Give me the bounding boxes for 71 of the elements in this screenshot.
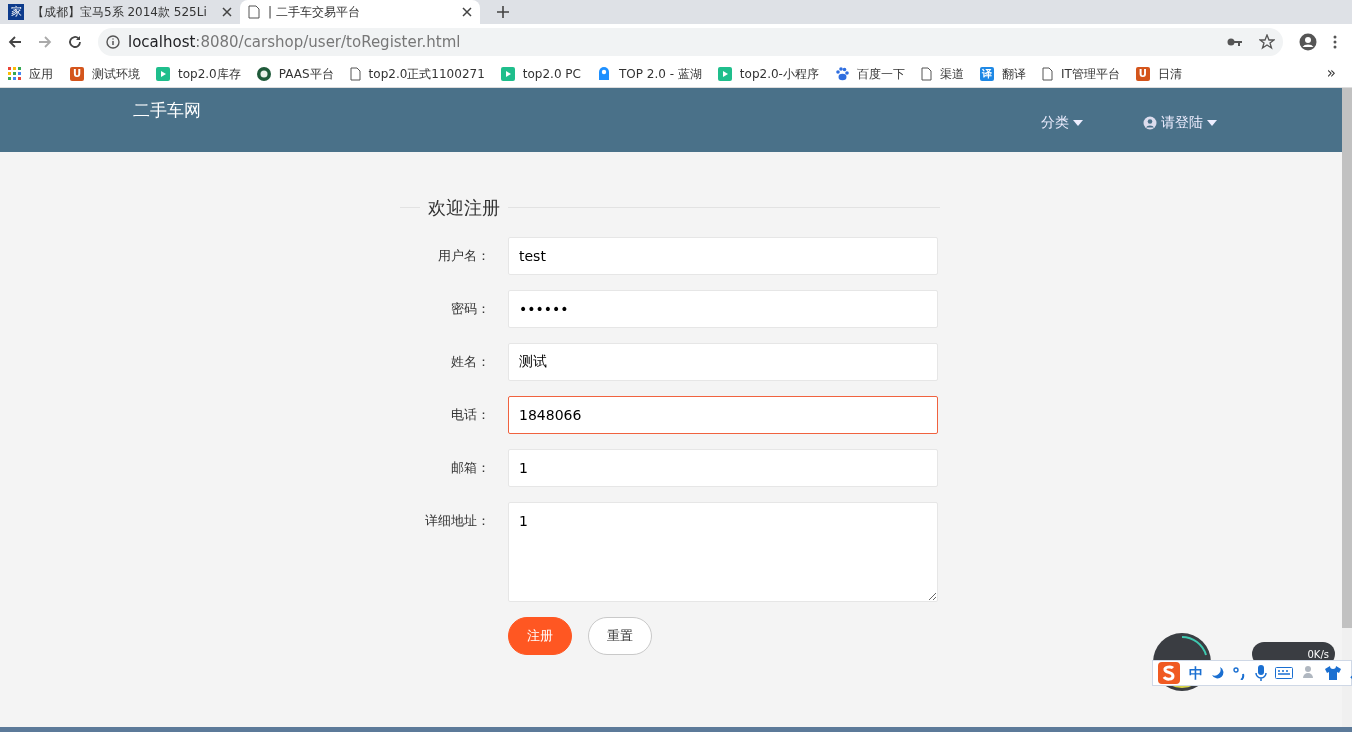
tab-title: | 二手车交易平台 (268, 4, 360, 21)
info-icon (106, 35, 120, 49)
input-field[interactable]: 1848066 (508, 396, 938, 434)
menu-icon[interactable] (1333, 35, 1337, 49)
caret-icon (1073, 119, 1083, 126)
microphone-icon[interactable] (1255, 665, 1267, 681)
star-icon[interactable] (1259, 34, 1275, 50)
moon-icon[interactable] (1211, 666, 1225, 680)
field-label: 电话： (450, 406, 491, 424)
bookmark-link[interactable]: 百度一下 (834, 64, 905, 83)
play-icon (717, 66, 732, 81)
shirt-icon[interactable] (1325, 666, 1341, 680)
close-icon[interactable] (462, 7, 472, 17)
new-tab-icon[interactable] (496, 5, 510, 19)
input-field[interactable]: 测试 (508, 343, 938, 381)
bookmark-link[interactable]: top2.0-小程序 (717, 64, 819, 83)
back-icon[interactable] (8, 35, 22, 49)
user-icon (1143, 115, 1157, 130)
page-icon (920, 66, 932, 81)
round-icon (256, 66, 271, 81)
overflow-button[interactable]: » (1326, 62, 1336, 85)
nav-dropdown[interactable]: 请登陆 (1143, 112, 1217, 133)
translate-icon: 译 (979, 66, 994, 81)
bookmark-link[interactable]: 渠道 (920, 64, 964, 83)
close-icon[interactable] (222, 7, 232, 17)
input-field[interactable]: 1 (508, 449, 938, 487)
bookmark-link[interactable]: top2.0库存 (156, 64, 241, 83)
bookmark-link[interactable]: IT管理平台 (1041, 64, 1120, 83)
key-icon[interactable] (1227, 37, 1243, 47)
bookmark-link[interactable]: top2.0正式1100271 (349, 64, 485, 83)
logo-icon: U (70, 66, 84, 81)
field-label: 用户名： (437, 247, 491, 265)
keyboard-icon[interactable] (1275, 667, 1293, 679)
page-icon (1041, 66, 1053, 81)
play-icon (156, 66, 170, 81)
page-icon (349, 66, 361, 81)
bookmark-link[interactable]: PAAS平台 (256, 64, 334, 83)
bookmark-link[interactable]: top2.0 PC (500, 64, 581, 83)
input-field[interactable]: •••••• (508, 290, 938, 328)
ime-logo-icon[interactable] (1157, 661, 1181, 685)
reload-icon[interactable] (68, 35, 82, 49)
bookmark-link[interactable]: 应用 (8, 64, 53, 83)
reset-button[interactable]: 重置 (588, 617, 652, 655)
tab-favicon: 家 (8, 4, 24, 20)
field-label: 详细地址： (424, 512, 491, 530)
logo-icon: U (1135, 66, 1150, 81)
bookmark-link[interactable]: U 日清 (1135, 64, 1182, 83)
play-icon (500, 66, 515, 81)
nav-dropdown[interactable]: 分类 (1041, 112, 1083, 133)
paw-icon (834, 66, 849, 81)
punctuation-icon[interactable] (1233, 666, 1247, 680)
tab-title: 【成都】宝马5系 2014款 525Li (32, 4, 207, 21)
caret-icon (1207, 119, 1217, 126)
field-label: 邮箱： (450, 459, 491, 477)
ime-mode[interactable]: 中 (1189, 662, 1203, 684)
apps-icon (8, 67, 21, 80)
field-label: 姓名： (450, 353, 491, 371)
browser-tab[interactable]: 家 【成都】宝马5系 2014款 525Li (0, 0, 240, 24)
field-label: 密码： (450, 300, 491, 318)
input-field[interactable]: test (508, 237, 938, 275)
bookmark-link[interactable]: 译 翻译 (979, 64, 1026, 83)
text-area[interactable]: 1 (508, 502, 938, 602)
account-icon[interactable] (1299, 33, 1317, 51)
site-brand[interactable]: 二手车网 (133, 98, 201, 124)
address-field[interactable]: localhost:8080/carshop/user/toRegister.html (98, 28, 1283, 56)
browser-tab[interactable]: | 二手车交易平台 (240, 0, 480, 24)
bookmark-link[interactable]: TOP 2.0 - 蓝湖 (597, 64, 702, 83)
form-title: 欢迎注册 (427, 196, 501, 220)
page-icon (248, 5, 260, 19)
creature-icon (597, 66, 611, 81)
bookmark-link[interactable]: U 测试环境 (70, 64, 140, 83)
